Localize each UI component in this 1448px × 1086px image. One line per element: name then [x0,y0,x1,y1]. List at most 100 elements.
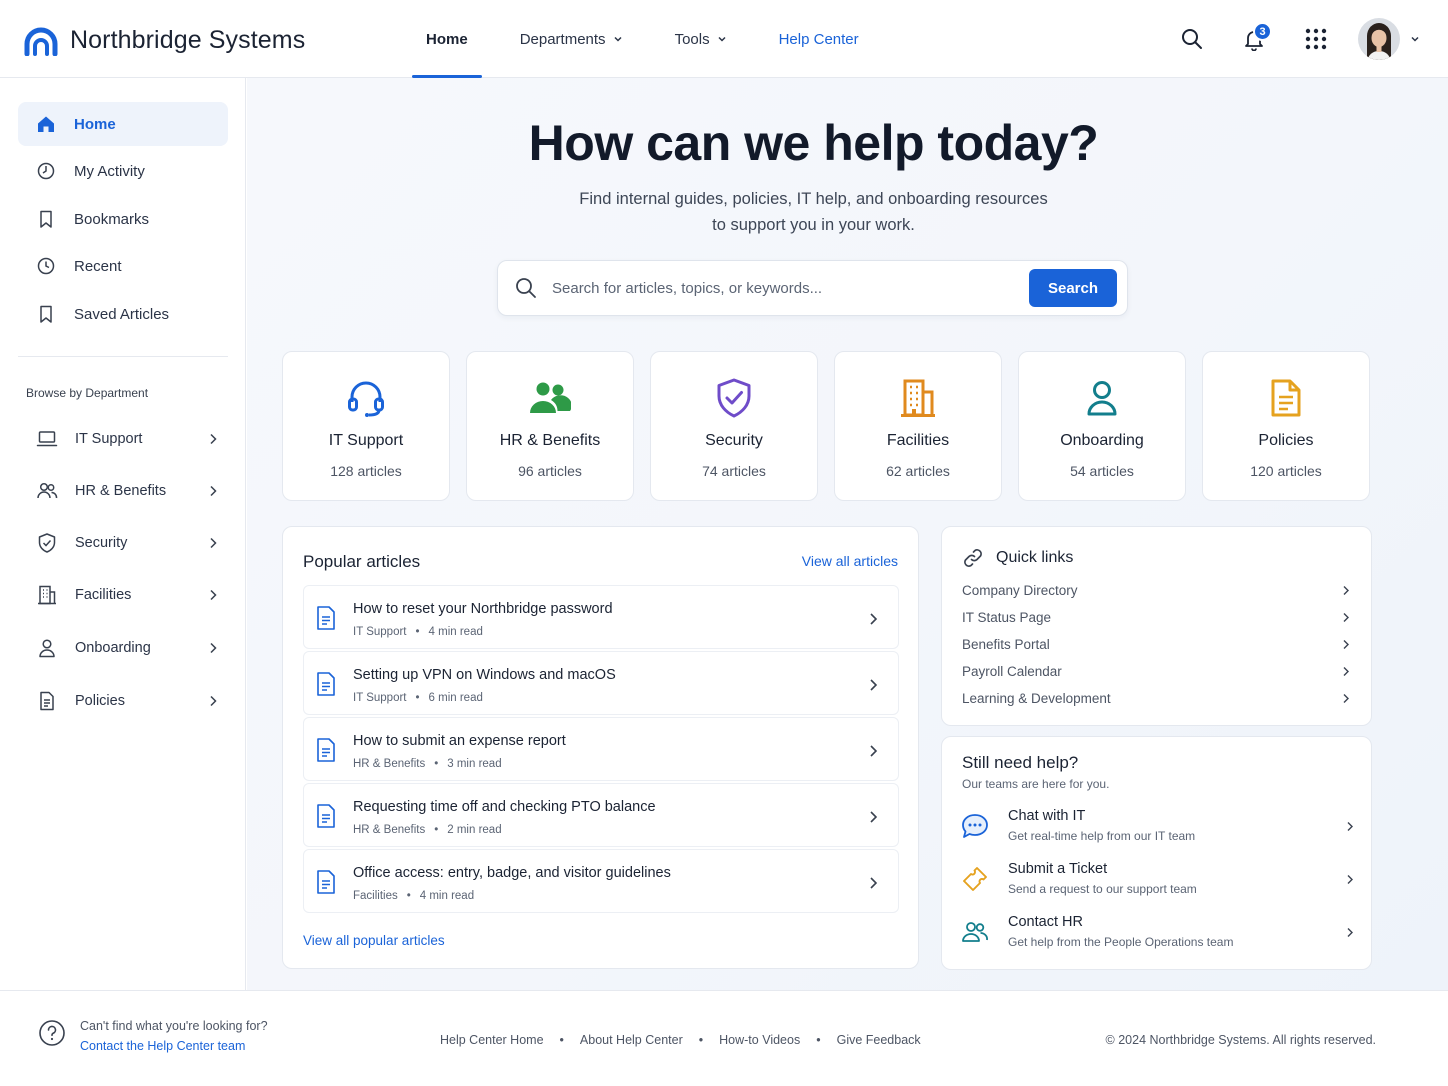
people-icon [36,480,58,502]
category-card-hr-benefits[interactable]: HR & Benefits 96 articles [466,351,634,501]
footer-link-give-feedback[interactable]: Give Feedback [837,1033,921,1047]
article-read-time: 2 min read [447,824,502,836]
sidebar-item-label: Home [74,115,116,133]
brand-name: Northbridge Systems [70,25,306,54]
quick-link-label: Benefits Portal [962,636,1050,652]
view-all-popular-link[interactable]: View all popular articles [303,933,445,948]
search-button[interactable] [1172,19,1212,59]
notifications-button[interactable]: 3 [1234,19,1274,59]
link-icon [964,549,982,567]
sidebar-dept-label: Onboarding [75,640,151,656]
category-card-security[interactable]: Security 74 articles [650,351,818,501]
nav-departments[interactable]: Departments [506,0,637,78]
hero-subtitle-line: to support you in your work. [712,216,915,234]
article-row[interactable]: How to submit an expense report HR & Ben… [303,717,899,781]
sidebar-dept-it-support[interactable]: IT Support [18,419,228,459]
sidebar-item-bookmarks[interactable]: Bookmarks [18,197,228,241]
building-icon [36,584,58,606]
brand-logo[interactable]: Northbridge Systems [24,24,305,56]
article-meta: HR & Benefits • 2 min read [353,824,502,836]
clock-icon [36,256,56,276]
article-title: Office access: entry, badge, and visitor… [353,865,671,881]
nav-home[interactable]: Home [412,0,482,78]
help-option-title: Contact HR [1008,914,1083,930]
chevron-down-icon [718,36,726,42]
footer-cant-find: Can't find what you're looking for? [80,1019,268,1033]
footer-contact-link[interactable]: Contact the Help Center team [80,1039,268,1053]
footer-link-help-center-home[interactable]: Help Center Home [440,1033,544,1047]
article-row[interactable]: Office access: entry, badge, and visitor… [303,849,899,913]
chevron-right-icon [1343,640,1349,649]
browse-heading: Browse by Department [26,386,149,400]
article-dept: HR & Benefits [353,824,426,836]
person-icon [36,637,58,659]
footer-help-text: Can't find what you're looking for? Cont… [80,1019,268,1053]
category-card-facilities[interactable]: Facilities 62 articles [834,351,1002,501]
ticket-icon [960,864,990,894]
quick-link[interactable]: Benefits Portal [962,633,1352,655]
help-option-contact-hr[interactable]: Contact HR Get help from the People Oper… [956,909,1362,957]
article-row[interactable]: Setting up VPN on Windows and macOS IT S… [303,651,899,715]
footer: Can't find what you're looking for? Cont… [0,990,1448,1086]
chevron-down-icon[interactable] [1410,34,1420,44]
nav-help-center-label: Help Center [778,30,859,48]
help-option-submit-ticket[interactable]: Submit a Ticket Send a request to our su… [956,856,1362,904]
sidebar-dept-security[interactable]: Security [18,523,228,563]
chevron-right-icon [1347,928,1353,937]
quick-links-panel: Quick links Company Directory IT Status … [941,526,1372,726]
quick-link[interactable]: Company Directory [962,579,1352,601]
article-read-time: 4 min read [419,890,475,902]
search-input[interactable] [552,279,1012,297]
chevron-right-icon [1343,667,1349,676]
sidebar-dept-label: IT Support [75,431,143,447]
article-row[interactable]: How to reset your Northbridge password I… [303,585,899,649]
article-row[interactable]: Requesting time off and checking PTO bal… [303,783,899,847]
category-cards: IT Support 128 articles HR & Benefits 96… [282,351,1372,501]
sidebar-item-saved-articles[interactable]: Saved Articles [18,292,228,336]
category-count: 62 articles [886,463,950,479]
quick-link[interactable]: IT Status Page [962,606,1352,628]
chevron-right-icon [210,695,217,707]
article-dept: IT Support [353,692,407,704]
sidebar-item-label: Saved Articles [74,305,170,323]
sidebar-item-recent[interactable]: Recent [18,244,228,288]
nav-tools[interactable]: Tools [661,0,741,78]
quick-link-label: Payroll Calendar [962,663,1062,679]
nav-tools-label: Tools [674,30,710,48]
footer-link-about[interactable]: About Help Center [580,1033,683,1047]
help-option-chat-it[interactable]: Chat with IT Get real-time help from our… [956,803,1362,851]
quick-link[interactable]: Payroll Calendar [962,660,1352,682]
sidebar-dept-onboarding[interactable]: Onboarding [18,628,228,668]
category-card-onboarding[interactable]: Onboarding 54 articles [1018,351,1186,501]
nav-help-center[interactable]: Help Center [765,0,873,78]
view-all-articles-link[interactable]: View all articles [802,553,898,569]
sidebar-dept-hr-benefits[interactable]: HR & Benefits [18,471,228,511]
chevron-right-icon [1347,875,1353,884]
user-avatar[interactable] [1358,18,1400,60]
nav-departments-label: Departments [519,30,606,48]
copyright: © 2024 Northbridge Systems. All rights r… [1105,1033,1376,1047]
category-count: 74 articles [702,463,766,479]
category-card-it-support[interactable]: IT Support 128 articles [282,351,450,501]
chevron-right-icon [870,877,878,889]
article-read-time: 4 min read [428,626,483,638]
sidebar-dept-facilities[interactable]: Facilities [18,575,228,615]
chevron-right-icon [870,811,878,823]
apps-grid-icon [1305,28,1327,50]
footer-help: Can't find what you're looking for? Cont… [38,1019,268,1053]
category-card-policies[interactable]: Policies 120 articles [1202,351,1370,501]
sidebar-dept-policies[interactable]: Policies [18,681,228,721]
sidebar-item-my-activity[interactable]: My Activity [18,149,228,193]
apps-button[interactable] [1296,19,1336,59]
footer-link-how-to-videos[interactable]: How-to Videos [719,1033,800,1047]
search-submit-button[interactable]: Search [1029,269,1117,307]
document-icon [317,738,335,762]
document-icon [1262,374,1310,422]
building-icon [894,374,942,422]
activity-icon [36,161,56,181]
quick-link[interactable]: Learning & Development [962,687,1352,709]
sidebar-item-home[interactable]: Home [18,102,228,146]
chevron-right-icon [870,745,878,757]
logo-icon [24,27,58,56]
category-title: HR & Benefits [499,432,601,449]
